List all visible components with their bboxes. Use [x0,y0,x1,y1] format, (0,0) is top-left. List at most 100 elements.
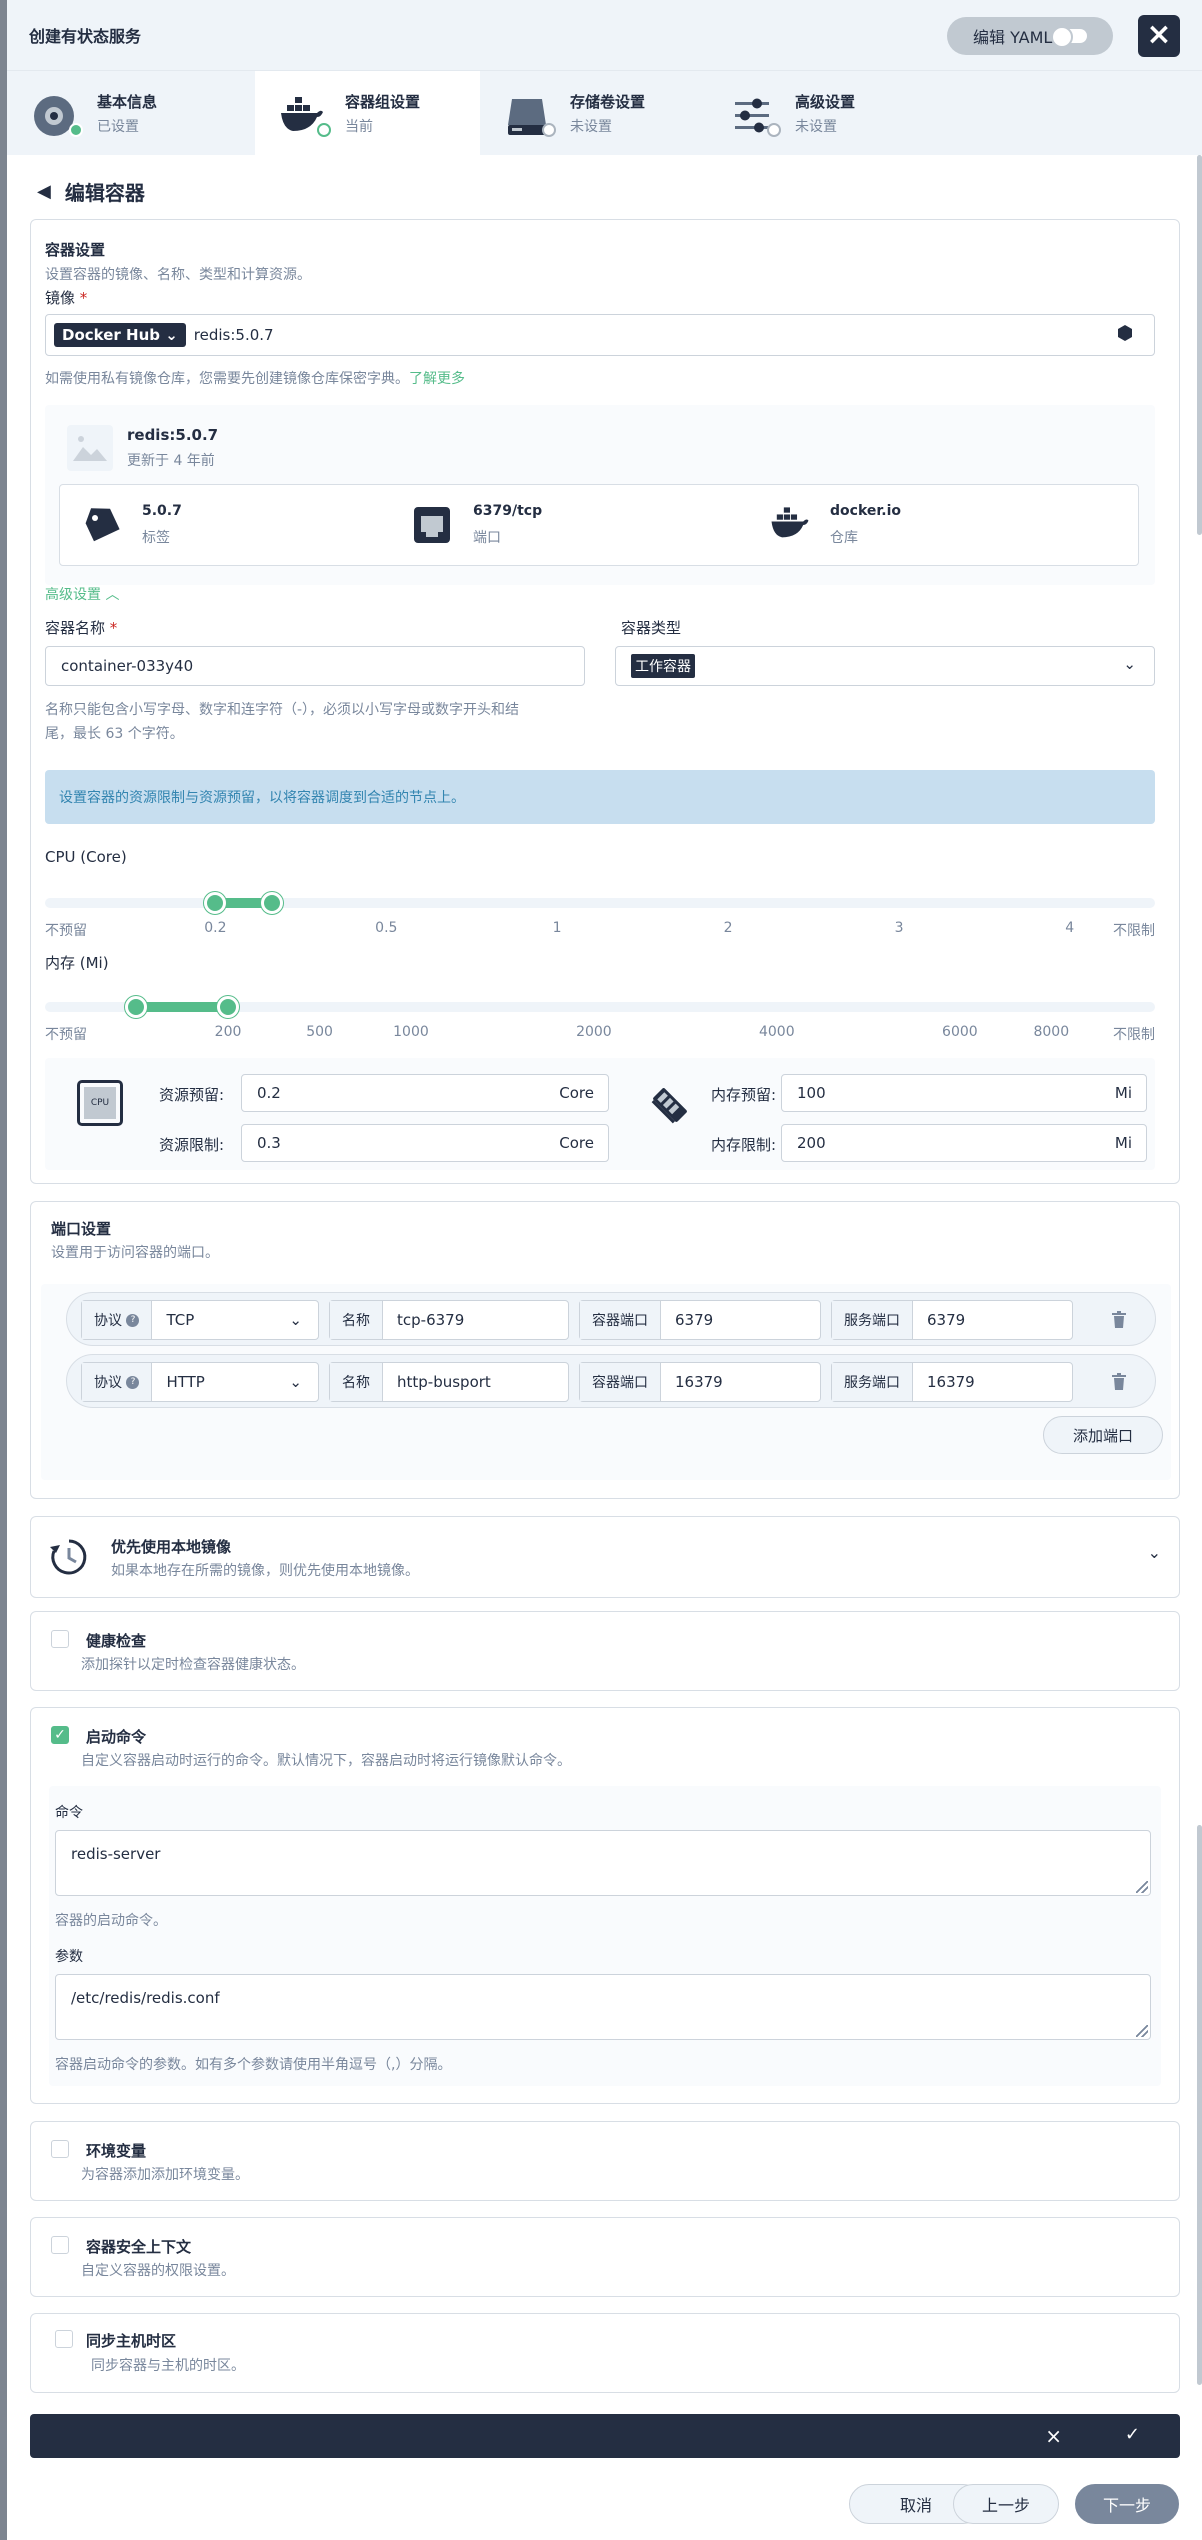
step-advanced-settings[interactable]: 高级设置 未设置 [705,71,930,156]
edit-yaml-toggle[interactable]: 编辑 YAML [947,17,1113,55]
container-type-select[interactable]: 工作容器 ⌄ [615,646,1155,686]
protocol-label: 协议 ? [82,1301,153,1339]
cpu-request-value: 0.2 [257,1084,281,1102]
local-image-card[interactable]: 优先使用本地镜像 如果本地存在所需的镜像，则优先使用本地镜像。 ⌄ [30,1516,1180,1598]
add-port-label: 添加端口 [1072,1426,1133,1445]
startup-command-checkbox[interactable]: ✓ [51,1726,69,1744]
protocol-value: TCP [166,1311,195,1329]
next-button[interactable]: 下一步 [1075,2484,1179,2524]
container-name-value: container-033y40 [61,657,194,675]
startup-command-desc: 自定义容器启动时运行的命令。默认情况下，容器启动时将运行镜像默认命令。 [81,1753,571,1769]
trash-icon[interactable] [1111,1373,1127,1391]
step-status: 当前 [345,119,373,135]
back-arrow-icon[interactable]: ◀ [37,181,51,202]
service-port-value: 16379 [927,1373,975,1391]
step-volume-settings[interactable]: 存储卷设置 未设置 [480,71,705,156]
section-title: 端口设置 [51,1220,112,1238]
help-icon[interactable]: ? [126,1313,140,1327]
cpu-slider[interactable] [45,888,1155,918]
confirm-edit-icon[interactable]: ✓ [1125,2424,1140,2445]
advanced-label: 高级设置 [45,587,101,603]
port-name-value: tcp-6379 [397,1311,465,1329]
private-hint-text: 如需使用私有镜像仓库，您需要先创建镜像仓库保密字典。 [45,371,409,387]
memory-slider[interactable] [45,992,1155,1022]
previous-label: 上一步 [981,2496,1030,2515]
advanced-settings-toggle[interactable]: 高级设置 ︿ [45,584,119,604]
mem-unit: Mi [1114,1084,1132,1102]
slider-request-handle[interactable] [204,892,227,914]
sync-timezone-checkbox[interactable] [55,2330,73,2348]
service-port-input[interactable]: 服务端口 6379 [831,1300,1073,1340]
mem-unit: Mi [1114,1134,1132,1152]
help-icon[interactable]: ? [126,1375,140,1389]
container-port-input[interactable]: 容器端口 6379 [579,1300,821,1340]
security-context-desc: 自定义容器的权限设置。 [81,2263,235,2279]
port-name-input[interactable]: 名称 tcp-6379 [329,1300,569,1340]
slider-limit-handle[interactable] [261,892,284,914]
main-content: ◀ 编辑容器 容器设置 设置容器的镜像、名称、类型和计算资源。 镜像 * Doc… [7,155,1202,2540]
step-container-settings[interactable]: 容器组设置 当前 [255,71,480,156]
slider-tick-label: 0.2 [204,920,227,936]
chevron-down-icon: ⌄ [289,1373,302,1391]
history-icon [50,1539,87,1575]
container-port-label: 容器端口 [580,1363,661,1401]
image-updated: 更新于 4 年前 [127,453,215,469]
cpu-limit-input[interactable]: 0.3 Core [241,1124,609,1162]
slider-request-handle[interactable] [125,996,148,1018]
learn-more-link[interactable]: 了解更多 [409,371,465,387]
add-port-button[interactable]: 添加端口 [1043,1416,1163,1454]
step-basic-info[interactable]: 基本信息 已设置 [7,71,232,156]
port-row: 协议 ? TCP ⌄ 名称 tcp-6379 容器端口 6379 服务端口 6379 [66,1292,1156,1346]
slider-tick-label: 0.5 [375,920,398,936]
close-button[interactable]: × [1138,15,1180,57]
service-port-input[interactable]: 服务端口 16379 [831,1362,1073,1402]
close-icon: × [1146,17,1172,52]
sync-timezone-card: 同步主机时区 同步容器与主机的时区。 [30,2313,1180,2393]
sync-timezone-desc: 同步容器与主机的时区。 [91,2358,245,2374]
args-textarea[interactable]: /etc/redis/redis.conf [55,1974,1151,2040]
mem-limit-input[interactable]: 200 Mi [781,1124,1147,1162]
container-name-input[interactable]: container-033y40 [45,646,585,686]
registry-select[interactable]: Docker Hub ⌄ [54,323,186,347]
image-input[interactable]: Docker Hub ⌄ redis:5.0.7 [45,314,1155,356]
health-check-checkbox[interactable] [51,1630,69,1648]
container-edit-action-bar: × ✓ [30,2414,1180,2458]
resize-handle-icon[interactable] [1136,2025,1148,2037]
cpu-request-input[interactable]: 0.2 Core [241,1074,609,1112]
cancel-label: 取消 [899,2496,932,2515]
protocol-select[interactable]: 协议 ? HTTP ⌄ [81,1362,319,1402]
port-name-value: http-busport [397,1373,491,1391]
args-value: /etc/redis/redis.conf [71,1989,220,2007]
resize-handle-icon[interactable] [1136,1881,1148,1893]
scrollbar-thumb-top[interactable] [1197,155,1202,535]
slider-limit-handle[interactable] [217,996,240,1018]
protocol-select[interactable]: 协议 ? TCP ⌄ [81,1300,319,1340]
container-port-value: 6379 [675,1311,714,1329]
health-check-title: 健康检查 [86,1632,147,1650]
scrollbar-thumb[interactable] [1197,1825,1202,2385]
env-vars-checkbox[interactable] [51,2140,69,2158]
container-type-label: 容器类型 [621,619,682,637]
slider-tick-label: 不预留 [45,923,87,939]
step-tabs: 基本信息 已设置 容器组设置 当前 存储卷设置 未设置 高级设置 未设置 [7,70,1202,156]
ethernet-port-icon [414,507,450,543]
port-value: 6379/tcp [473,503,543,519]
repo-value: docker.io [830,503,902,519]
slider-tick-label: 2000 [576,1024,612,1040]
previous-button[interactable]: 上一步 [953,2484,1059,2524]
cancel-edit-icon[interactable]: × [1045,2424,1062,2448]
cpu-request-label: 资源预留: [159,1086,225,1104]
sync-timezone-title: 同步主机时区 [86,2332,177,2350]
slider-tick-label: 不限制 [1113,923,1155,939]
slider-tick-label: 1000 [393,1024,429,1040]
command-textarea[interactable]: redis-server [55,1830,1151,1896]
repo-label: 仓库 [830,530,858,546]
trash-icon[interactable] [1111,1311,1127,1329]
container-port-input[interactable]: 容器端口 16379 [579,1362,821,1402]
cube-icon[interactable] [1118,325,1132,341]
cpu-slider-label: CPU (Core) [45,848,127,866]
port-name-input[interactable]: 名称 http-busport [329,1362,569,1402]
registry-value: Docker Hub [62,326,160,344]
security-context-checkbox[interactable] [51,2236,69,2254]
mem-request-input[interactable]: 100 Mi [781,1074,1147,1112]
